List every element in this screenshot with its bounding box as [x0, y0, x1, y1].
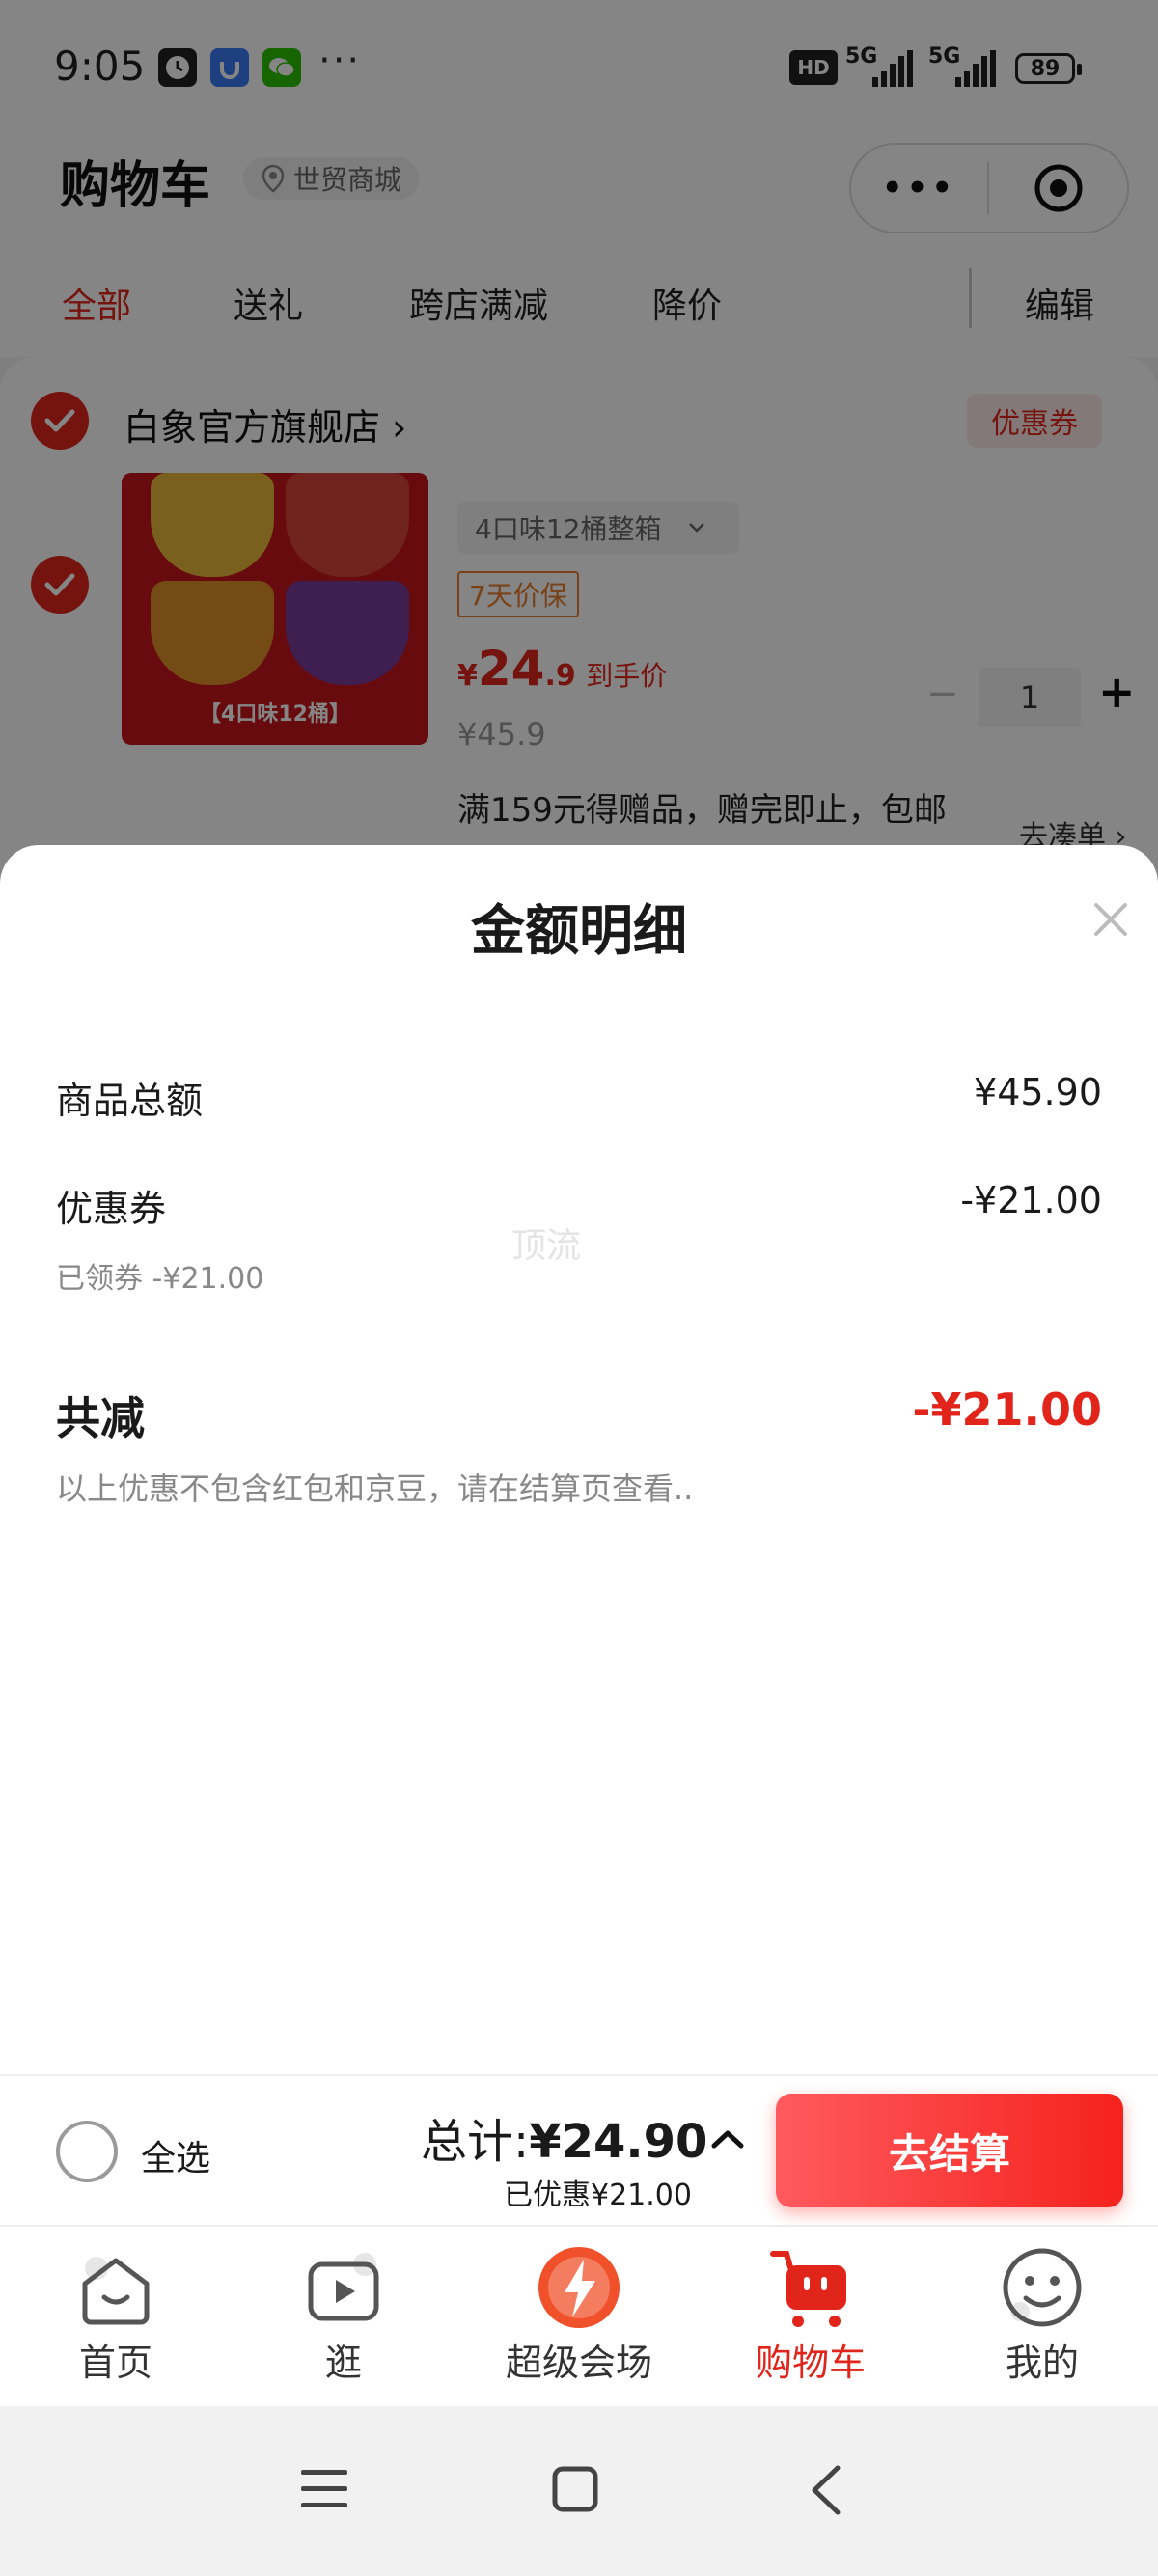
- cart-icon: [767, 2244, 854, 2331]
- tabbar-super-venue[interactable]: 超级会场: [463, 2244, 695, 2386]
- home-square-icon[interactable]: [552, 2466, 598, 2512]
- home-icon: [72, 2244, 159, 2331]
- tabbar-profile-label: 我的: [1005, 2342, 1079, 2384]
- amount-detail-sheet: [0, 845, 1158, 2074]
- tabbar-browse-label: 逛: [324, 2342, 362, 2384]
- tabbar-browse[interactable]: 逛: [228, 2244, 459, 2386]
- chevron-up-icon[interactable]: [708, 2124, 747, 2153]
- saved-amount: 已优惠¥21.00: [504, 2179, 692, 2212]
- total-discount-value: -¥21.00: [912, 1384, 1102, 1436]
- select-all-radio[interactable]: [56, 2121, 118, 2182]
- tabbar-home[interactable]: 首页: [0, 2244, 232, 2386]
- coupon-label: 优惠券: [56, 1188, 167, 1230]
- checkout-button[interactable]: 去结算: [776, 2094, 1123, 2207]
- close-icon[interactable]: [1087, 895, 1135, 944]
- tabbar-profile[interactable]: 我的: [926, 2244, 1158, 2386]
- super-venue-icon: [536, 2244, 622, 2331]
- tabbar-cart[interactable]: 购物车: [695, 2244, 926, 2386]
- goods-total-label: 商品总额: [56, 1080, 204, 1122]
- watermark: 顶流: [511, 1226, 582, 1266]
- tabbar-cart-label: 购物车: [755, 2342, 866, 2384]
- total-price: 总计:¥24.90: [421, 2115, 708, 2169]
- goods-total-value: ¥45.90: [974, 1071, 1102, 1113]
- tabbar-super-venue-label: 超级会场: [505, 2342, 652, 2384]
- menu-icon[interactable]: [301, 2468, 347, 2510]
- back-icon[interactable]: [807, 2464, 845, 2516]
- select-all-label[interactable]: 全选: [141, 2130, 210, 2180]
- total-discount-label: 共减: [56, 1392, 145, 1444]
- coupon-value: -¥21.00: [960, 1179, 1102, 1221]
- discount-note: 以上优惠不包含红包和京豆，请在结算页查看..: [56, 1470, 694, 1507]
- tabbar-home-label: 首页: [78, 2342, 152, 2384]
- coupon-sub: 已领券 -¥21.00: [56, 1262, 264, 1296]
- play-icon: [300, 2244, 387, 2331]
- sheet-title: 金额明细: [471, 900, 687, 963]
- profile-icon: [999, 2244, 1086, 2331]
